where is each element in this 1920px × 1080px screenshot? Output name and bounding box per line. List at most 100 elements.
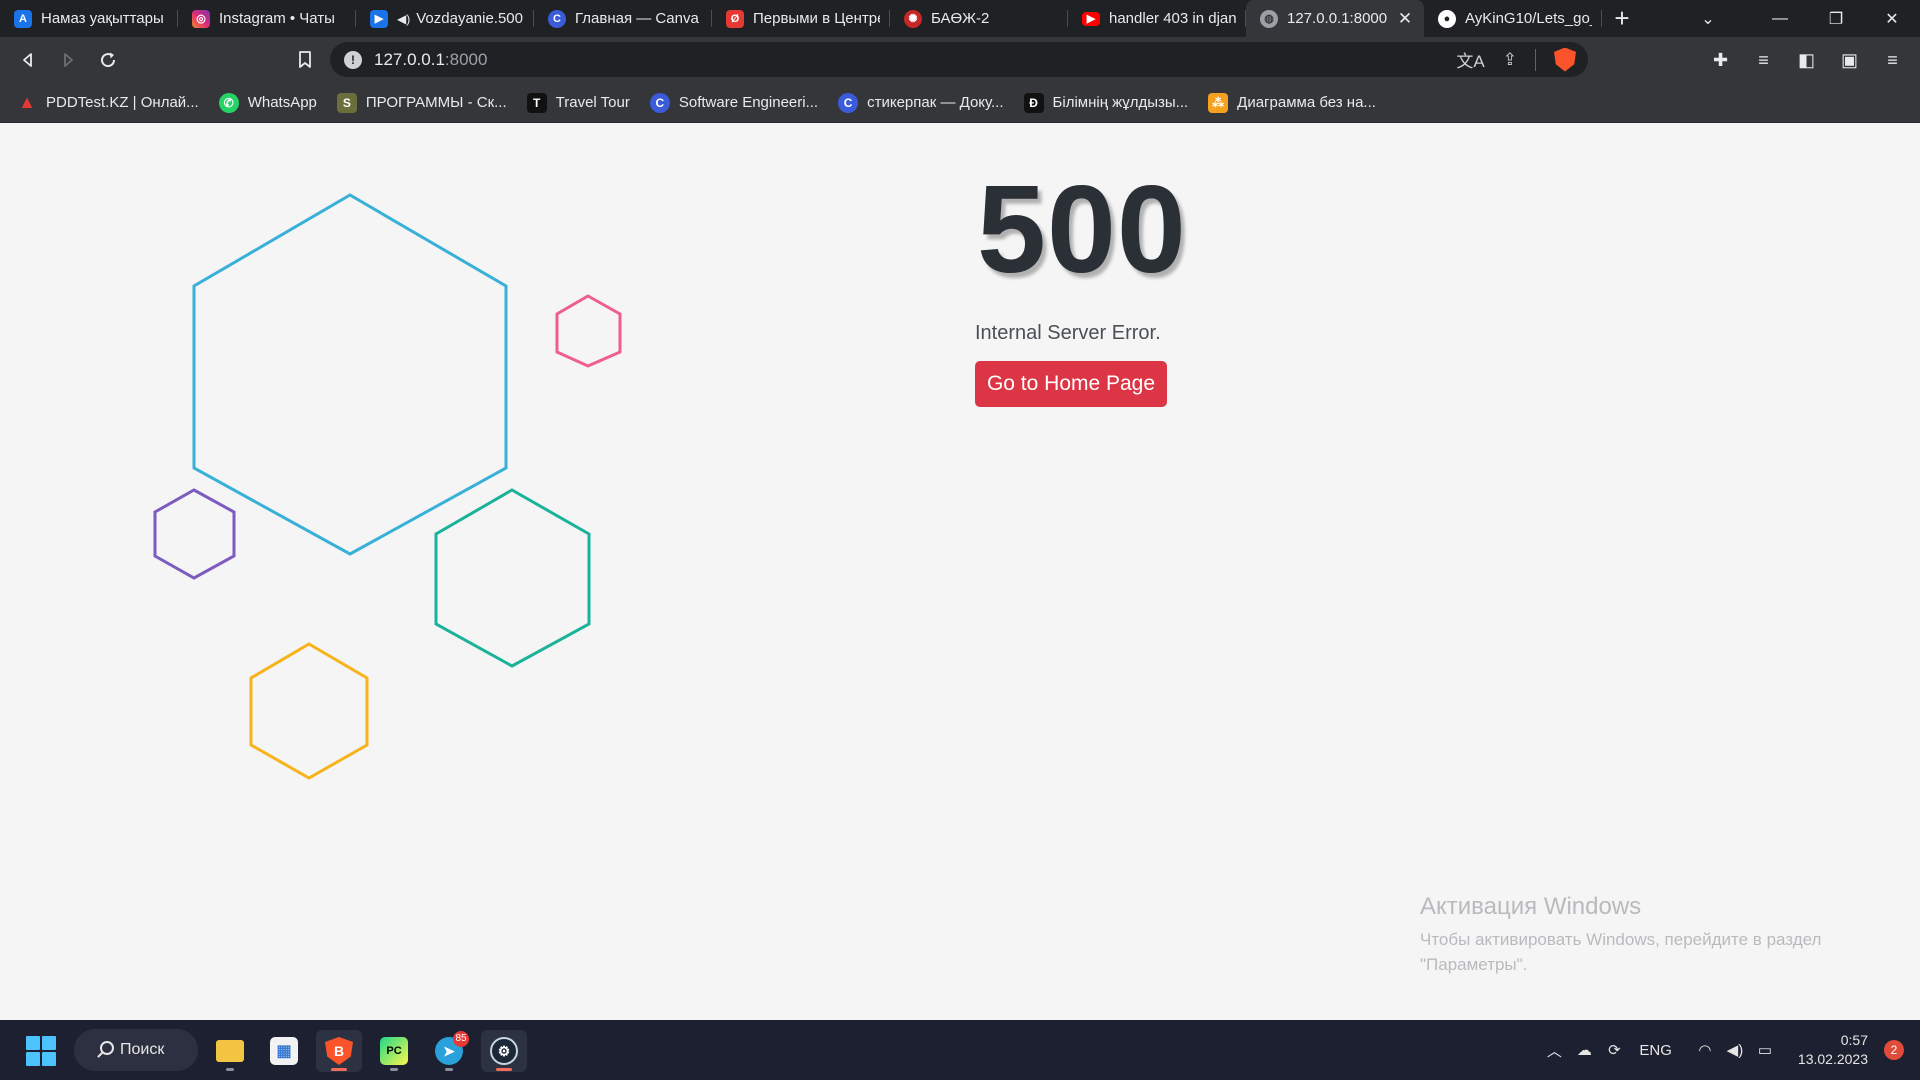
bookmark-programs[interactable]: S ПРОГРАММЫ - Ск...: [336, 92, 507, 113]
extensions-puzzle-icon[interactable]: ✚: [1699, 50, 1742, 71]
running-indicator: [390, 1068, 398, 1071]
taskbar-telegram[interactable]: ➤ 85: [426, 1030, 472, 1072]
taskbar-file-explorer[interactable]: [207, 1030, 253, 1072]
volume-icon[interactable]: ◀): [1720, 1041, 1750, 1059]
minimize-button[interactable]: —: [1752, 0, 1808, 37]
windows-start-icon[interactable]: [26, 1036, 56, 1066]
sidebar-icon[interactable]: ◧: [1785, 50, 1828, 71]
tab-canva[interactable]: C Главная — Canva: [534, 0, 712, 37]
reload-button[interactable]: [88, 42, 128, 78]
audio-playing-icon[interactable]: ◀): [397, 12, 410, 26]
tab-pervymi[interactable]: Ø Первыми в Центре: [712, 0, 890, 37]
bookmark-stickerpack[interactable]: C стикерпак — Доку...: [838, 92, 1004, 113]
tab-title: Vozdayanie.500: [416, 10, 523, 27]
programs-icon: S: [336, 92, 357, 113]
menu-icon[interactable]: ≡: [1871, 50, 1914, 71]
github-icon: ●: [1438, 9, 1456, 28]
tab-search-chevron-icon[interactable]: ⌄: [1680, 0, 1736, 37]
hexagon-teal: [434, 488, 591, 668]
file-explorer-icon: [216, 1040, 244, 1062]
red-logo-icon: Ø: [726, 9, 744, 28]
clock[interactable]: 0:57 13.02.2023: [1798, 1031, 1868, 1069]
bookmark-page-button[interactable]: [288, 42, 322, 78]
wallet-icon[interactable]: ▣: [1828, 50, 1871, 71]
bookmark-label: Travel Tour: [555, 94, 630, 111]
taskbar-steam[interactable]: ⚙: [481, 1030, 527, 1072]
instagram-icon: ◎: [192, 9, 210, 28]
back-arrow-icon: [23, 53, 32, 67]
star-logo-icon: Ð: [1023, 92, 1044, 113]
decorative-hexagons: [153, 193, 622, 780]
reload-icon: [101, 52, 116, 68]
hexagon-purple: [153, 488, 236, 580]
windows-activation-watermark: Активация Windows Чтобы активировать Win…: [1420, 893, 1890, 977]
unread-count-badge: 85: [453, 1031, 469, 1047]
taskbar-microsoft-store[interactable]: ▦: [261, 1030, 307, 1072]
onedrive-error-icon[interactable]: ☁: [1569, 1041, 1599, 1059]
tab-instagram[interactable]: ◎ Instagram • Чаты: [178, 0, 356, 37]
bookmark-software-engineering[interactable]: C Software Engineeri...: [649, 92, 818, 113]
page-content: 500 Internal Server Error. Go to Home Pa…: [0, 123, 1920, 1020]
restore-button[interactable]: ❐: [1808, 0, 1864, 37]
bookmark-label: Білімнің жұлдызы...: [1052, 94, 1189, 111]
playlist-icon[interactable]: ≡: [1742, 50, 1785, 71]
taskbar-brave[interactable]: B: [316, 1030, 362, 1072]
bookmark-label: Диаграмма без на...: [1237, 94, 1376, 111]
bookmark-bilimnin[interactable]: Ð Білімнің жұлдызы...: [1023, 92, 1189, 113]
browser-toolbar: ! 127.0.0.1:8000 文A ⇪ ✚ ≡ ◧ ▣ ≡: [0, 37, 1920, 83]
taskbar-pycharm[interactable]: PC: [371, 1030, 417, 1072]
running-indicator: [445, 1068, 453, 1071]
url-text[interactable]: 127.0.0.1:8000: [374, 50, 487, 70]
site-info-icon[interactable]: !: [344, 50, 362, 69]
clock-time: 0:57: [1840, 1032, 1868, 1048]
tab-youtube[interactable]: ▶ handler 403 in django: [1068, 0, 1246, 37]
youtube-icon: ▶: [1082, 11, 1100, 26]
tab-title: Намаз уақыттары: [41, 10, 164, 27]
travel-icon: T: [526, 92, 547, 113]
activation-body: Чтобы активировать Windows, перейдите в …: [1420, 930, 1822, 974]
bookmark-whatsapp[interactable]: ✆ WhatsApp: [218, 92, 317, 113]
battery-icon[interactable]: ▭: [1750, 1041, 1780, 1059]
diagram-icon: ⁂: [1208, 92, 1229, 113]
window-controls: ⌄ — ❐ ✕: [1680, 0, 1920, 37]
brave-icon: B: [325, 1037, 353, 1065]
close-tab-icon[interactable]: ✕: [1396, 9, 1414, 29]
go-home-button[interactable]: Go to Home Page: [975, 361, 1167, 407]
back-button[interactable]: [8, 42, 48, 78]
forward-button[interactable]: [48, 42, 88, 78]
tab-baozh[interactable]: ✺ БАӨЖ-2: [890, 0, 1068, 37]
tab-title: Instagram • Чаты: [219, 10, 335, 27]
tab-title: AyKinG10/Lets_go_: [1465, 10, 1592, 27]
new-tab-button[interactable]: +: [1602, 0, 1642, 37]
share-icon[interactable]: ⇪: [1503, 50, 1517, 70]
tab-github[interactable]: ● AyKinG10/Lets_go_: [1424, 0, 1602, 37]
tab-vozdayanie[interactable]: ▶ ◀) Vozdayanie.500: [356, 0, 534, 37]
tab-namaz[interactable]: A Намаз уақыттары: [0, 0, 178, 37]
canva-icon: C: [838, 92, 859, 113]
microsoft-store-icon: ▦: [270, 1037, 298, 1065]
address-bar[interactable]: ! 127.0.0.1:8000 文A ⇪: [330, 42, 1588, 77]
hexagon-large-blue: [192, 193, 508, 556]
sync-icon[interactable]: ⟳: [1599, 1041, 1629, 1059]
play-icon: ▶: [370, 9, 388, 28]
wifi-icon[interactable]: ◠: [1690, 1041, 1720, 1059]
bookmark-diagram[interactable]: ⁂ Диаграмма без на...: [1208, 92, 1376, 113]
brave-shields-icon[interactable]: [1554, 47, 1576, 72]
close-window-button[interactable]: ✕: [1864, 0, 1920, 37]
translate-icon[interactable]: 文A: [1456, 47, 1484, 72]
input-language[interactable]: ENG: [1639, 1042, 1672, 1059]
a-logo-icon: A: [14, 9, 32, 28]
tab-localhost[interactable]: ◍ 127.0.0.1:8000 ✕: [1246, 0, 1424, 37]
taskbar-search[interactable]: Поиск: [74, 1029, 198, 1071]
tab-title: Главная — Canva: [575, 10, 699, 27]
tab-title: Первыми в Центре: [753, 10, 880, 27]
bookmark-pddtest[interactable]: ▲ PDDTest.KZ | Онлай...: [17, 92, 199, 113]
tab-strip: A Намаз уақыттары ◎ Instagram • Чаты ▶ ◀…: [0, 0, 1920, 37]
notification-badge[interactable]: 2: [1884, 1040, 1904, 1060]
bookmark-travel-tour[interactable]: T Travel Tour: [526, 92, 630, 113]
windows-taskbar: Поиск ▦ B PC ➤ 85 ⚙ ︿ ☁ ⟳ ENG ◠ ◀) ▭ 0:5…: [0, 1020, 1920, 1080]
search-icon: [100, 1041, 114, 1055]
whatsapp-icon: ✆: [218, 92, 239, 113]
show-hidden-icons-chevron-icon[interactable]: ︿: [1539, 1040, 1569, 1061]
activation-title: Активация Windows: [1420, 893, 1642, 920]
